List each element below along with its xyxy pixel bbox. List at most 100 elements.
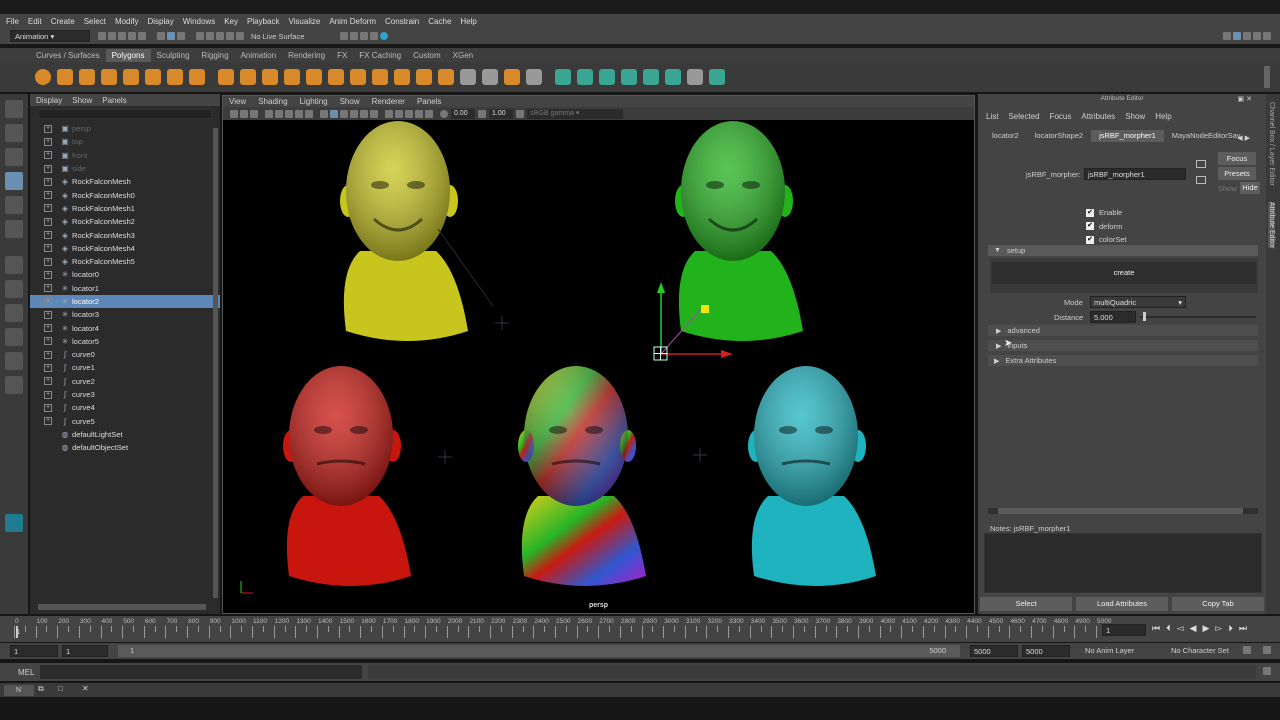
close-panel-icon[interactable]: ✕: [1246, 95, 1252, 103]
outliner-item[interactable]: + ∫ curve1: [30, 361, 220, 374]
distance-slider-track[interactable]: [1140, 316, 1256, 318]
expand-plus-icon[interactable]: +: [44, 297, 52, 306]
minimized-window-tab[interactable]: N: [4, 685, 34, 696]
snap-grid-icon[interactable]: [196, 32, 204, 40]
color-management-icon[interactable]: [516, 109, 524, 118]
section-inputs[interactable]: ▶ inputs: [988, 340, 1258, 351]
shelf-tab-rendering[interactable]: Rendering: [282, 49, 331, 62]
perspective-viewport[interactable]: View Shading Lighting Show Renderer Panels 0.…: [222, 95, 975, 614]
unfold-uv-icon[interactable]: [709, 69, 725, 85]
expand-plus-icon[interactable]: +: [44, 324, 52, 333]
wedge-icon[interactable]: [526, 69, 542, 85]
outliner-menu-show[interactable]: Show: [72, 96, 92, 105]
menu-help[interactable]: Help: [460, 17, 476, 26]
expand-plus-icon[interactable]: +: [44, 124, 52, 133]
checkbox-enable[interactable]: ✔ Enable: [1086, 208, 1127, 217]
poly-cylinder-icon[interactable]: [79, 69, 95, 85]
viewport-menu-view[interactable]: View: [229, 97, 246, 106]
restore-icon[interactable]: ⧉: [38, 684, 44, 694]
viewport-scene[interactable]: persp: [223, 121, 974, 613]
time-slider-ruler[interactable]: 0 100 200 300 400 500 600 700 800 900 1000 1100 1200…: [14, 618, 1111, 640]
undo-icon[interactable]: [128, 32, 136, 40]
outliner-item[interactable]: + ◈ RockFalconMesh5: [30, 255, 220, 268]
head-rainbow[interactable]: [518, 366, 646, 586]
smooth-shade-icon[interactable]: [330, 109, 338, 118]
viewport-menu-lighting[interactable]: Lighting: [300, 97, 328, 106]
shelf-scroll[interactable]: [1264, 66, 1270, 88]
shadows-icon[interactable]: [370, 109, 378, 118]
expand-plus-icon[interactable]: +: [44, 257, 52, 266]
bevel-icon[interactable]: [372, 69, 388, 85]
shelf-tab-fx-caching[interactable]: FX Caching: [353, 49, 407, 62]
section-extra-attributes[interactable]: ▶ Extra Attributes: [988, 355, 1258, 366]
menu-playback[interactable]: Playback: [247, 17, 279, 26]
outliner-item[interactable]: + ∫ curve5: [30, 415, 220, 428]
outliner-item[interactable]: + ∫ curve4: [30, 401, 220, 414]
move-tool-icon[interactable]: [5, 172, 23, 190]
ae-menu-focus[interactable]: Focus: [1050, 112, 1072, 121]
extrude-icon[interactable]: [328, 69, 344, 85]
outliner-item[interactable]: + ∫ curve3: [30, 388, 220, 401]
load-attributes-button[interactable]: Load Attributes: [1076, 597, 1168, 611]
ae-menu-show[interactable]: Show: [1125, 112, 1145, 121]
new-scene-icon[interactable]: [98, 32, 106, 40]
ae-menu-help[interactable]: Help: [1155, 112, 1171, 121]
focus-button[interactable]: Focus: [1218, 152, 1256, 165]
create-button[interactable]: create: [992, 262, 1256, 284]
outliner-item[interactable]: + ◈ RockFalconMesh1: [30, 202, 220, 215]
colorspace-dropdown[interactable]: sRGB gamma ▾: [527, 108, 623, 119]
gamma-icon[interactable]: [478, 109, 486, 118]
menu-windows[interactable]: Windows: [183, 17, 215, 26]
head-green[interactable]: [675, 121, 803, 341]
expand-plus-icon[interactable]: +: [44, 377, 52, 386]
step-forward-frame-icon[interactable]: ▻: [1215, 623, 1222, 634]
ae-tab-locatorshape2[interactable]: locatorShape2: [1027, 130, 1091, 142]
float-panel-icon[interactable]: ▣: [1237, 95, 1244, 103]
end-time-field[interactable]: 5000: [1022, 645, 1070, 657]
viewport-menu-renderer[interactable]: Renderer: [372, 97, 405, 106]
poly-pyramid-icon[interactable]: [167, 69, 183, 85]
outliner-item[interactable]: + ✳ locator1: [30, 282, 220, 295]
outliner-item[interactable]: + ✳ locator3: [30, 308, 220, 321]
menu-edit[interactable]: Edit: [28, 17, 42, 26]
character-set-dropdown[interactable]: No Character Set: [1171, 646, 1229, 655]
mel-input[interactable]: [40, 665, 362, 679]
current-frame-field[interactable]: 1: [1102, 624, 1146, 636]
live-surface-label[interactable]: No Live Surface: [251, 32, 304, 41]
select-button[interactable]: Select: [980, 597, 1072, 611]
close-icon[interactable]: ✕: [82, 684, 89, 693]
gate-mask-icon[interactable]: [295, 109, 303, 118]
outliner-menu-panels[interactable]: Panels: [102, 96, 126, 105]
shelf-tab-curves-surfaces[interactable]: Curves / Surfaces: [30, 49, 106, 62]
show-button[interactable]: Show: [1218, 184, 1237, 193]
anim-start-field[interactable]: 1: [62, 645, 108, 657]
checkbox-colorset[interactable]: ✔ colorSet: [1086, 235, 1127, 244]
resolution-gate-icon[interactable]: [285, 109, 293, 118]
menu-select[interactable]: Select: [84, 17, 106, 26]
outliner-item[interactable]: + ✳ locator0: [30, 268, 220, 281]
single-perspective-layout-icon[interactable]: [5, 256, 23, 274]
merge-icon[interactable]: [416, 69, 432, 85]
expand-plus-icon[interactable]: +: [44, 177, 52, 186]
four-view-layout-icon[interactable]: [5, 280, 23, 298]
tool-settings-icon[interactable]: [1253, 32, 1261, 40]
viewport-menu-panels[interactable]: Panels: [417, 97, 441, 106]
menu-cache[interactable]: Cache: [428, 17, 451, 26]
ae-menu-selected[interactable]: Selected: [1008, 112, 1039, 121]
scale-tool-icon[interactable]: [5, 220, 23, 238]
outliner-item[interactable]: ◍ defaultObjectSet: [30, 441, 220, 454]
anim-end-field[interactable]: 5000: [970, 645, 1018, 657]
smooth-icon[interactable]: [284, 69, 300, 85]
attribute-editor-toggle-icon[interactable]: [1243, 32, 1251, 40]
expand-plus-icon[interactable]: +: [44, 270, 52, 279]
expand-plus-icon[interactable]: +: [44, 284, 52, 293]
boolean-icon[interactable]: [306, 69, 322, 85]
mirror-icon[interactable]: [262, 69, 278, 85]
time-slider[interactable]: 0 100 200 300 400 500 600 700 800 900 1000 1100 1200…: [0, 616, 1280, 642]
presets-node-icon[interactable]: [1196, 176, 1206, 184]
lasso-tool-icon[interactable]: [5, 124, 23, 142]
expand-plus-icon[interactable]: [44, 444, 52, 452]
start-time-field[interactable]: 1: [10, 645, 58, 657]
menu-display[interactable]: Display: [148, 17, 174, 26]
viewport-menu-shading[interactable]: Shading: [258, 97, 287, 106]
